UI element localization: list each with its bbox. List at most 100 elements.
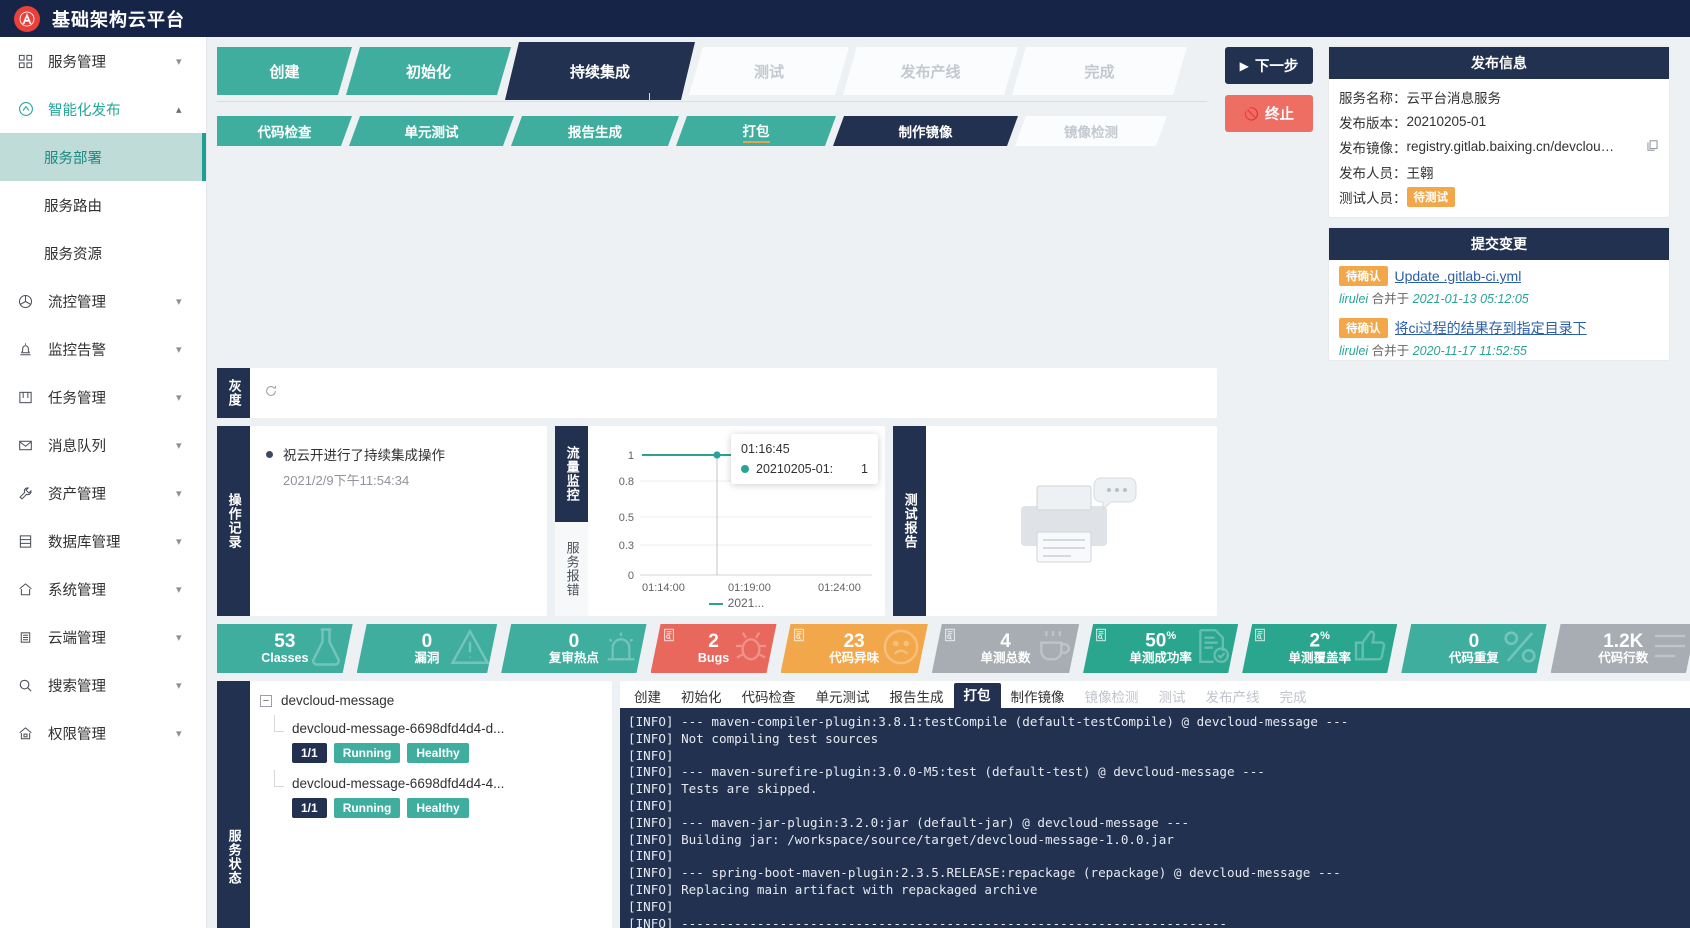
pod-health-badge: Healthy [407,743,469,763]
build-log-output[interactable]: [INFO] --- maven-compiler-plugin:3.8.1:t… [620,708,1690,928]
stop-label: 终止 [1264,107,1294,123]
tab-finish[interactable]: 完成 [1270,687,1317,709]
stat-card-unit-test-coverage[interactable]: 2% 单测覆盖率 [1242,624,1397,673]
next-step-button[interactable]: ▶ 下一步 [1225,47,1313,84]
ban-icon: 🚫 [1244,106,1259,121]
sidebar-item-label: 数据库管理 [48,534,121,551]
chart-legend[interactable]: 2021... [596,596,877,610]
tab-code-check[interactable]: 代码检查 [732,687,806,709]
gray-release-vtab[interactable]: 灰度 [217,368,250,418]
report-icon [662,628,676,647]
commit-changes-title: 提交变更 [1329,228,1669,260]
tab-report-gen[interactable]: 报告生成 [880,687,954,709]
step-finish[interactable]: 完成 [1012,47,1187,95]
test-report-card: 测试报告 [893,426,1217,616]
substep-code-check[interactable]: 代码检查 [217,116,352,146]
commit-item: 待确认 Update .gitlab-ci.yml lirulei 合并于 20… [1339,266,1659,307]
commit-time: 2020-11-17 11:52:55 [1412,344,1527,358]
task-icon [18,390,40,405]
substep-image-scan[interactable]: 镜像检测 [1015,116,1167,146]
stat-card-bugs[interactable]: 2 Bugs [651,624,777,673]
chevron-down-icon: ▾ [176,631,182,644]
gray-release-vtab-label: 灰度 [226,379,242,407]
test-report-vtab[interactable]: 测试报告 [893,426,926,616]
step-label: 发布产线 [900,63,961,81]
step-label: 初始化 [405,63,451,81]
step-ci[interactable]: 持续集成 [505,42,695,100]
stat-card-unit-test-success-rate[interactable]: 50% 单测成功率 [1083,624,1238,673]
stat-card-code-lines[interactable]: 1.2K 代码行数 [1551,624,1690,673]
chevron-down-icon: ▾ [176,679,182,692]
stat-card-review-hotspots[interactable]: 0 复审热点 [501,624,646,673]
tab-unit-test[interactable]: 单元测试 [806,687,880,709]
flow-icon [18,294,40,309]
tab-init[interactable]: 初始化 [671,687,732,709]
sidebar-item-task-management[interactable]: 任务管理 ▾ [0,373,206,421]
substep-package[interactable]: 打包 [676,116,836,146]
sidebar-item-database-management[interactable]: 数据库管理 ▾ [0,517,206,565]
tab-package[interactable]: 打包 [953,682,1001,708]
svg-text:0.3: 0.3 [619,540,634,552]
flask-icon [305,626,347,673]
sidebar-item-system-management[interactable]: 系统管理 ▾ [0,565,206,613]
pod-ready-badge: 1/1 [292,798,327,818]
substep-build-image[interactable]: 制作镜像 [833,116,1018,146]
sidebar-item-flow-control[interactable]: 流控管理 ▾ [0,277,206,325]
collapse-toggle-icon[interactable]: − [260,694,272,707]
report-icon [1253,628,1267,647]
stat-card-code-smell[interactable]: 23 代码异味 [781,624,928,673]
tab-build-image[interactable]: 制作镜像 [1001,687,1075,709]
commit-title-link[interactable]: Update .gitlab-ci.yml [1395,268,1522,284]
report-icon [1094,628,1108,647]
brand-logo[interactable]: 基础架构云平台 [0,5,207,32]
stat-card-vulnerabilities[interactable]: 0 漏洞 [357,624,498,673]
step-init[interactable]: 初始化 [346,47,511,95]
traffic-monitor-vtab[interactable]: 流量监控 [555,426,588,522]
step-release-line[interactable]: 发布产线 [843,47,1018,95]
sidebar-item-monitor-alarm[interactable]: 监控告警 ▾ [0,325,206,373]
app-root: 基础架构云平台 服务管理 ▾ 智能化发布 ▴ 服务部署 服务路由 服务资源 流控… [0,0,1690,928]
chevron-down-icon: ▾ [176,343,182,356]
stat-card-classes[interactable]: 53 Classes [217,624,353,673]
tab-create[interactable]: 创建 [624,687,671,709]
commit-time: 2021-01-13 05:12:05 [1412,292,1529,306]
commit-title-link[interactable]: 将ci过程的结果存到指定目录下 [1395,318,1587,338]
sidebar-subitem-service-deploy[interactable]: 服务部署 [0,133,206,181]
sidebar-item-search-management[interactable]: 搜索管理 ▾ [0,661,206,709]
sidebar-item-message-queue[interactable]: 消息队列 ▾ [0,421,206,469]
sidebar-item-permission-management[interactable]: 权限管理 ▾ [0,709,206,757]
info-value: 云平台消息服务 [1406,90,1502,106]
service-tree-root[interactable]: − devcloud-message [260,693,602,708]
step-test[interactable]: 测试 [689,47,849,95]
sidebar-item-label: 权限管理 [48,726,106,743]
service-status-vtab[interactable]: 服务状态 [217,681,250,928]
sidebar-item-asset-management[interactable]: 资产管理 ▾ [0,469,206,517]
operation-record-vtab[interactable]: 操作记录 [217,426,250,616]
tab-release-line[interactable]: 发布产线 [1196,687,1270,709]
substep-report-gen[interactable]: 报告生成 [511,116,679,146]
sad-face-icon [880,626,922,673]
info-key: 发布版本： [1339,115,1407,131]
copy-icon[interactable] [1646,139,1659,155]
svg-text:01:24:00: 01:24:00 [818,582,861,594]
pipeline-stepper: 创建 初始化 持续集成 测试 发布产线 完成 代码检查 单元测试 报告生成 打包… [217,47,1217,360]
sidebar-item-service-management[interactable]: 服务管理 ▾ [0,37,206,85]
stat-value: 2 [708,630,719,652]
stat-card-unit-test-total[interactable]: 4 单测总数 [932,624,1079,673]
sidebar-item-label: 监控告警 [48,342,106,359]
svg-text:01:14:00: 01:14:00 [642,582,685,594]
service-error-vtab[interactable]: 服务报错 [555,522,588,616]
sidebar-item-smart-release[interactable]: 智能化发布 ▴ [0,85,206,133]
tab-image-scan[interactable]: 镜像检测 [1075,687,1149,709]
substep-label: 代码检查 [257,125,312,140]
step-create[interactable]: 创建 [217,47,352,95]
pod-state-badge: Running [333,798,401,818]
sidebar-item-cloud-management[interactable]: 云端管理 ▾ [0,613,206,661]
stop-button[interactable]: 🚫 终止 [1225,95,1313,132]
sidebar-subitem-service-resource[interactable]: 服务资源 [0,229,206,277]
substep-unit-test[interactable]: 单元测试 [349,116,514,146]
stat-card-code-duplication[interactable]: 0 代码重复 [1401,624,1546,673]
sidebar-subitem-service-route[interactable]: 服务路由 [0,181,206,229]
tab-test[interactable]: 测试 [1149,687,1196,709]
step-label: 持续集成 [569,63,630,81]
